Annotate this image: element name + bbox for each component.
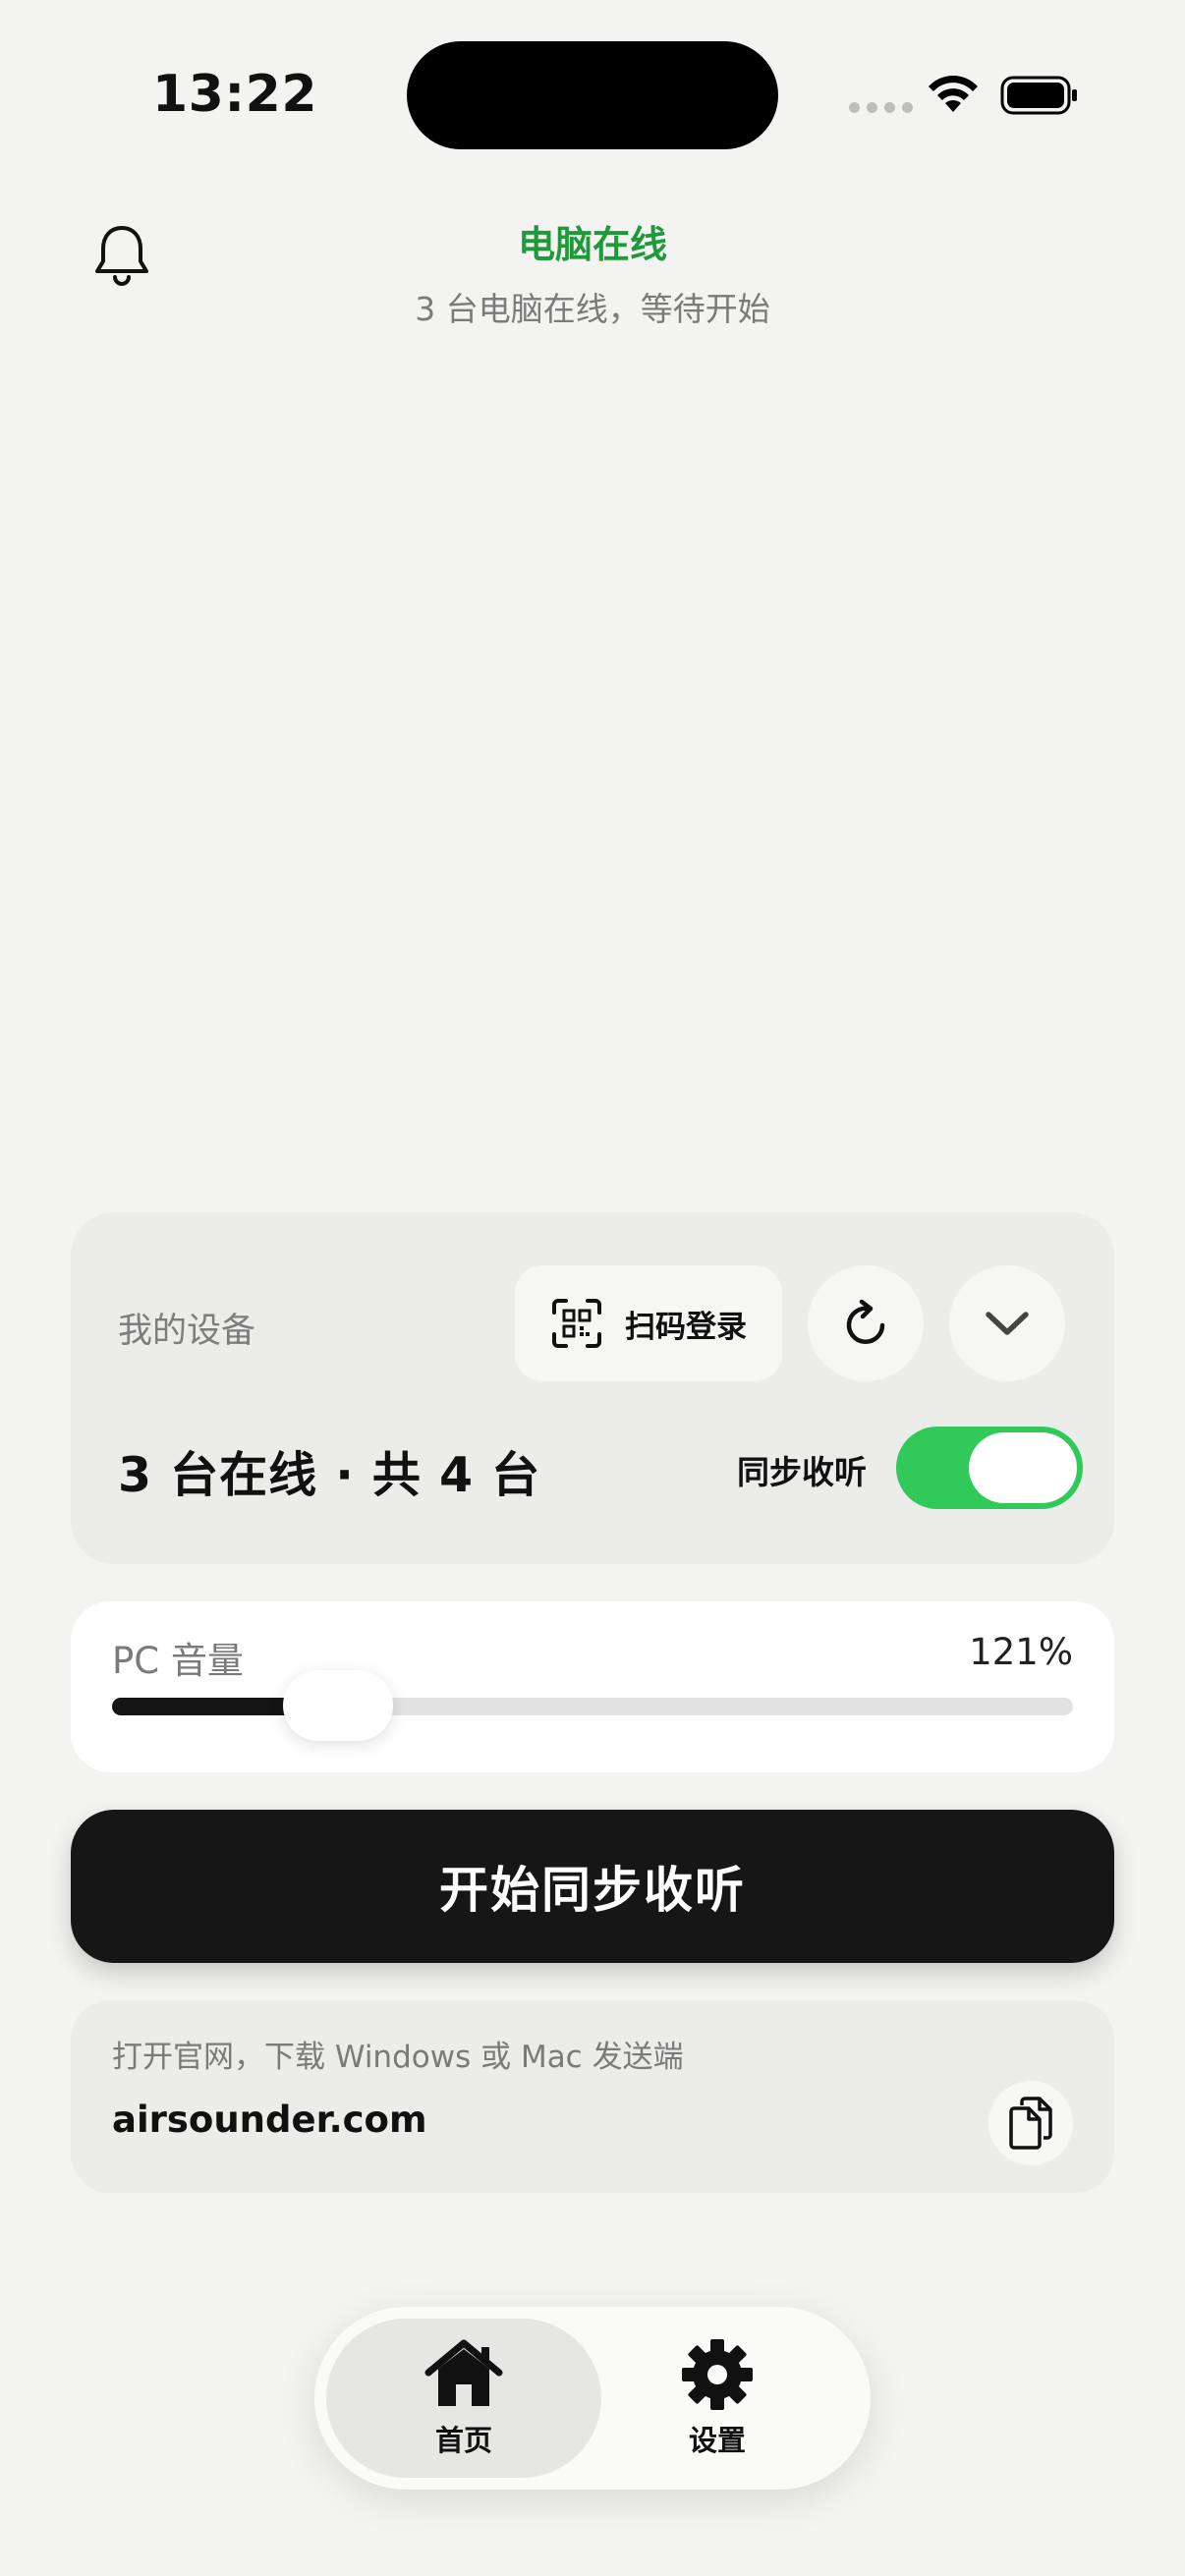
scan-login-button[interactable]: 扫码登录	[515, 1265, 782, 1381]
tab-home-label: 首页	[434, 2424, 492, 2457]
dynamic-island	[407, 41, 778, 149]
volume-slider-thumb[interactable]	[282, 1670, 393, 1741]
device-online-count: 3 台在线 · 共 4 台	[118, 1447, 541, 1503]
start-sync-listen-button[interactable]: 开始同步收听	[71, 1810, 1114, 1963]
refresh-button[interactable]	[808, 1265, 924, 1381]
copy-url-button[interactable]	[988, 2081, 1073, 2165]
tab-home[interactable]: 首页	[326, 2319, 601, 2478]
pc-volume-label: PC 音量	[112, 1640, 244, 1682]
copy-icon	[1009, 2097, 1052, 2150]
qr-code-icon	[552, 1299, 601, 1348]
gear-icon	[682, 2339, 753, 2410]
website-card: 打开官网，下载 Windows 或 Mac 发送端 airsounder.com	[71, 2000, 1114, 2193]
my-devices-label: 我的设备	[118, 1312, 256, 1351]
website-hint: 打开官网，下载 Windows 或 Mac 发送端	[112, 2040, 684, 2075]
website-url[interactable]: airsounder.com	[112, 2099, 427, 2141]
pc-volume-value: 121%	[969, 1631, 1073, 1673]
sync-listen-label: 同步收听	[737, 1453, 867, 1491]
status-time: 13:22	[152, 65, 318, 124]
volume-slider-track[interactable]	[112, 1670, 1073, 1741]
scan-login-label: 扫码登录	[625, 1309, 747, 1345]
start-sync-listen-label: 开始同步收听	[439, 1862, 746, 1919]
tab-settings-label: 设置	[688, 2424, 746, 2457]
toggle-knob	[969, 1432, 1077, 1503]
expand-devices-button[interactable]	[949, 1265, 1065, 1381]
connection-status-title: 电脑在线	[517, 223, 667, 266]
chevron-down-icon	[986, 1312, 1029, 1335]
refresh-icon	[846, 1299, 885, 1344]
pc-volume-card: PC 音量 121%	[71, 1601, 1114, 1772]
sync-listen-toggle[interactable]	[896, 1427, 1083, 1509]
connection-status-subtitle: 3 台电脑在线，等待开始	[415, 290, 770, 328]
cellular-signal-icon	[849, 102, 913, 113]
bottom-tab-bar: 首页 设置	[314, 2307, 871, 2490]
home-icon	[424, 2339, 503, 2406]
battery-icon	[1000, 76, 1077, 115]
wifi-icon	[929, 76, 978, 112]
my-devices-card: 我的设备 扫码登录 3 台在线 · 共 4 台 同步收听	[71, 1212, 1114, 1564]
tab-settings[interactable]: 设置	[580, 2319, 855, 2478]
